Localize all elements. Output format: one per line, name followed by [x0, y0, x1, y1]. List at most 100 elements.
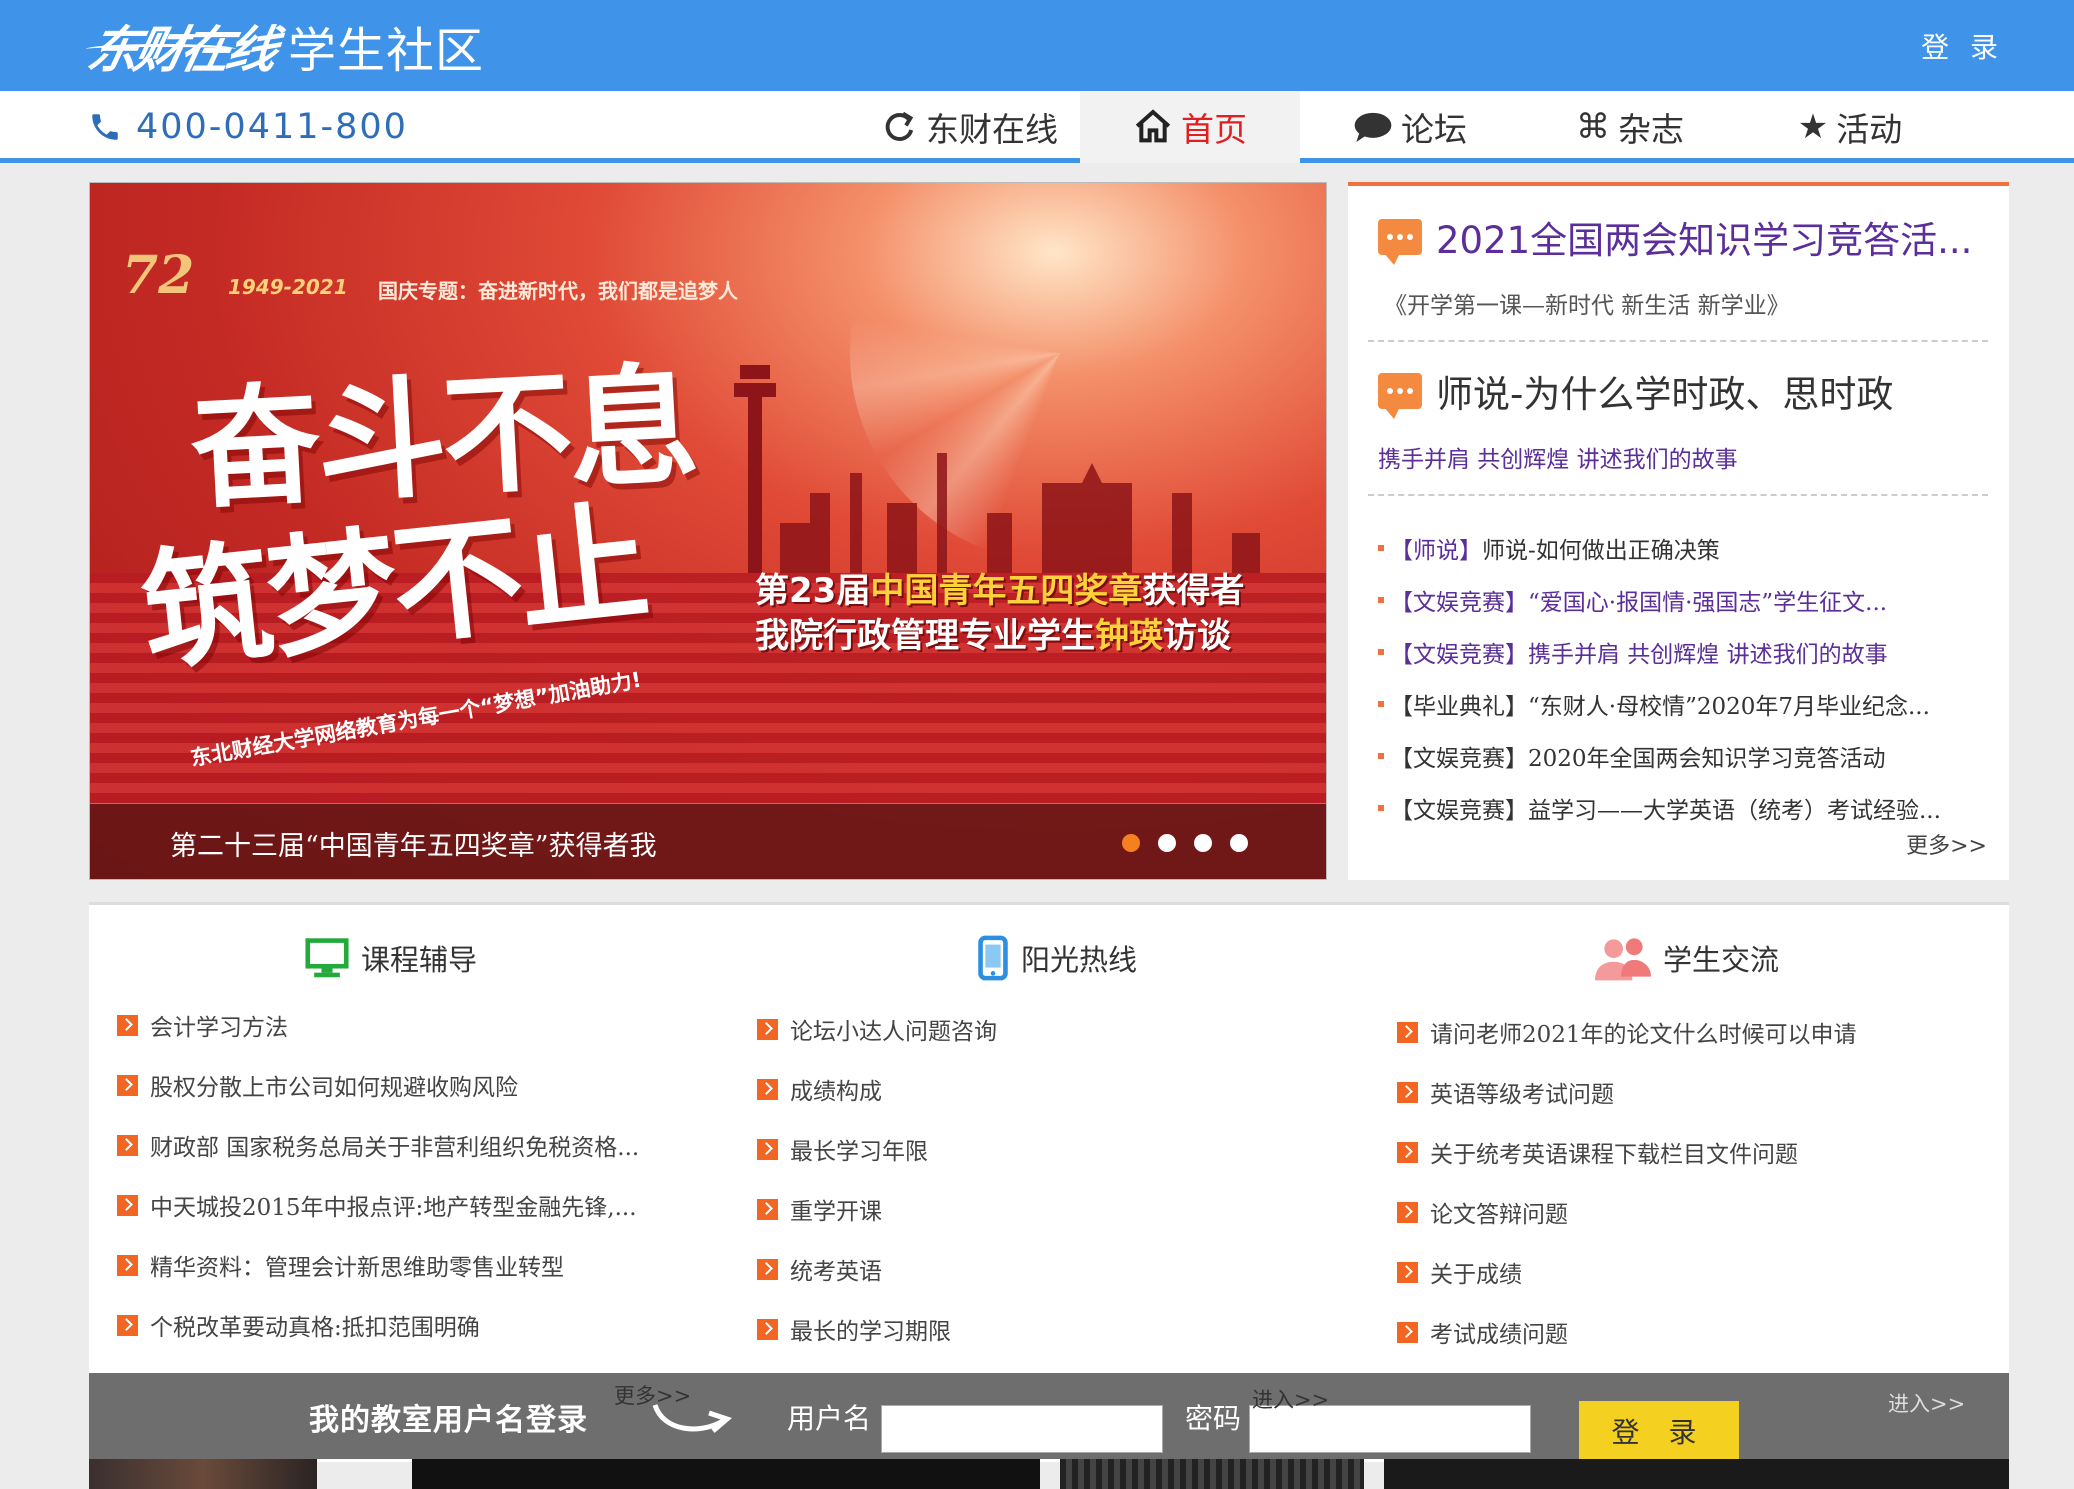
carousel-dots [1122, 834, 1248, 852]
news-item[interactable]: 【文娱竞赛】 益学习——大学英语（统考）考试经验... [1378, 782, 1998, 834]
list-item[interactable]: 英语等级考试问题 [1397, 1076, 1614, 1108]
list-item[interactable]: 个税改革要动真格:抵扣范围明确 [117, 1309, 480, 1341]
username-input[interactable] [881, 1405, 1163, 1453]
chat-bubble-icon [1378, 373, 1422, 419]
nav-label: 杂志 [1618, 110, 1684, 149]
news-category: 【文娱竞赛】 [1390, 642, 1528, 668]
nav-item-dongcai-online[interactable]: 东财在线 [860, 91, 1080, 163]
thumbnail-2[interactable] [412, 1459, 1040, 1489]
carousel-dot-1[interactable] [1122, 834, 1140, 852]
list-item[interactable]: 最长学习年限 [757, 1133, 928, 1165]
list-item[interactable]: 股权分散上市公司如何规避收购风险 [117, 1069, 518, 1101]
arrow-right-icon [117, 1254, 138, 1276]
thumbnail-3[interactable] [1060, 1459, 1364, 1489]
banner-award-line1: 第23届中国青年五四奖章获得者 [755, 563, 1244, 612]
thumbnail-1[interactable] [89, 1459, 317, 1489]
arrow-right-icon [1397, 1321, 1418, 1343]
award-highlight: 中国青年五四奖章 [870, 571, 1143, 611]
news-item[interactable]: 【文娱竞赛】 携手并肩 共创辉煌 讲述我们的故事 [1378, 626, 1998, 678]
news-title: 2020年全国两会知识学习竞答活动 [1528, 746, 1886, 772]
column-title-text: 学生交流 [1663, 943, 1780, 977]
news-category: 【毕业典礼】 [1390, 694, 1528, 720]
list-item[interactable]: 成绩构成 [757, 1073, 882, 1105]
list-item-text: 成绩构成 [790, 1079, 882, 1105]
arrow-right-icon [117, 1314, 138, 1336]
arrow-right-icon [757, 1198, 778, 1220]
hotline: 400-0411-800 [88, 103, 408, 151]
news-category: 【师说】 [1390, 538, 1482, 564]
nav-label: 首页 [1181, 110, 1247, 149]
headline-1[interactable]: 2021全国两会知识学习竞答活... [1378, 212, 1973, 265]
column-title[interactable]: 课程辅导 [305, 933, 477, 983]
bullet [1378, 545, 1384, 551]
column-title[interactable]: 学生交流 [1595, 933, 1779, 983]
list-item-text: 考试成绩问题 [1430, 1322, 1568, 1348]
password-label: 密码 [1185, 1402, 1242, 1435]
divider [1368, 340, 1988, 342]
news-more-link[interactable]: 更多>> [1906, 828, 1987, 860]
list-item[interactable]: 论坛小达人问题咨询 [757, 1013, 997, 1045]
column-1-more-link[interactable]: 更多>> [614, 1380, 691, 1410]
banner-topic: 国庆专题：奋进新时代，我们都是追梦人 [378, 279, 738, 303]
column-title[interactable]: 阳光热线 [977, 933, 1137, 983]
login-bar-title: 我的教室用户名登录 [309, 1403, 588, 1438]
star-icon: ★ [1797, 107, 1829, 147]
news-item[interactable]: 【毕业典礼】 “东财人·母校情”2020年7月毕业纪念... [1378, 678, 1998, 730]
list-item[interactable]: 中天城投2015年中报点评:地产转型金融先锋,... [117, 1189, 637, 1221]
carousel-dot-2[interactable] [1158, 834, 1176, 852]
headline-2[interactable]: 师说-为什么学时政、思时政 [1378, 366, 1893, 419]
column-student-exchange: 学生交流 请问老师2021年的论文什么时候可以申请 英语等级考试问题 关于统考英… [1369, 905, 2009, 1385]
list-item-text: 最长的学习期限 [790, 1319, 951, 1345]
header-login-link[interactable]: 登 录 [1921, 26, 2004, 66]
thumbnail-4[interactable] [1384, 1459, 2009, 1489]
nav-item-magazine[interactable]: ⌘ 杂志 [1520, 91, 1740, 163]
news-title: “爱国心·报国情·强国志”学生征文... [1528, 590, 1888, 616]
login-submit-button[interactable]: 登 录 [1579, 1401, 1739, 1461]
nav-item-home[interactable]: 首页 [1080, 91, 1300, 163]
list-item[interactable]: 重学开课 [757, 1193, 882, 1225]
nav-item-activity[interactable]: ★ 活动 [1740, 91, 1960, 163]
list-item[interactable]: 论文答辩问题 [1397, 1196, 1568, 1228]
nav-label: 论坛 [1401, 110, 1467, 149]
bullet [1378, 753, 1384, 759]
chat-bubble-icon [1378, 219, 1422, 265]
list-item-text: 精华资料：管理会计新思维助零售业转型 [150, 1255, 564, 1281]
headline-1-sub[interactable]: 《开学第一课—新时代 新生活 新学业》 [1384, 286, 1790, 320]
list-item[interactable]: 会计学习方法 [117, 1009, 288, 1041]
site-logo[interactable]: 东财在线 学生社区 [83, 14, 485, 79]
award-highlight: 钟瑛 [1095, 616, 1163, 656]
list-item[interactable]: 关于统考英语课程下载栏目文件问题 [1397, 1136, 1798, 1168]
list-item[interactable]: 统考英语 [757, 1253, 882, 1285]
news-item[interactable]: 【师说】 师说-如何做出正确决策 [1378, 522, 1998, 574]
news-panel: 2021全国两会知识学习竞答活... 《开学第一课—新时代 新生活 新学业》 师… [1348, 182, 2009, 880]
list-item[interactable]: 请问老师2021年的论文什么时候可以申请 [1397, 1016, 1857, 1048]
carousel-dot-3[interactable] [1194, 834, 1212, 852]
banner-caption[interactable]: 第二十三届“中国青年五四奖章”获得者我 [170, 824, 657, 863]
news-category: 【文娱竞赛】 [1390, 798, 1528, 824]
news-item[interactable]: 【文娱竞赛】 “爱国心·报国情·强国志”学生征文... [1378, 574, 1998, 626]
headline-2-sub[interactable]: 携手并肩 共创辉煌 讲述我们的故事 [1378, 440, 1738, 474]
arrow-right-icon [1397, 1081, 1418, 1103]
column-2-enter-link[interactable]: 进入>> [1252, 1384, 1329, 1414]
monument-silhouette [734, 365, 776, 573]
list-item[interactable]: 精华资料：管理会计新思维助零售业转型 [117, 1249, 564, 1281]
nav-item-forum[interactable]: 论坛 [1300, 91, 1520, 163]
news-title: 携手并肩 共创辉煌 讲述我们的故事 [1528, 642, 1888, 668]
news-item[interactable]: 【文娱竞赛】 2020年全国两会知识学习竞答活动 [1378, 730, 1998, 782]
arrow-right-icon [1397, 1261, 1418, 1283]
phone-device-icon [978, 935, 1008, 981]
list-item[interactable]: 最长的学习期限 [757, 1313, 951, 1345]
list-item[interactable]: 财政部 国家税务总局关于非营利组织免税资格... [117, 1129, 639, 1161]
headline-1-title: 2021全国两会知识学习竞答活... [1436, 219, 1973, 262]
banner-carousel[interactable]: 72 1949-2021 国庆专题：奋进新时代，我们都是追梦人 奋斗不息 筑梦不… [89, 182, 1327, 880]
award-part: 我院行政管理专业学生 [755, 616, 1095, 656]
bullet [1378, 597, 1384, 603]
list-item[interactable]: 关于成绩 [1397, 1256, 1522, 1288]
carousel-dot-4[interactable] [1230, 834, 1248, 852]
arrow-right-icon [1397, 1021, 1418, 1043]
list-item-text: 最长学习年限 [790, 1139, 928, 1165]
column-3-enter-link[interactable]: 进入>> [1888, 1388, 1965, 1418]
arrow-right-icon [757, 1078, 778, 1100]
logo-subtitle: 学生社区 [288, 23, 485, 79]
list-item[interactable]: 考试成绩问题 [1397, 1316, 1568, 1348]
